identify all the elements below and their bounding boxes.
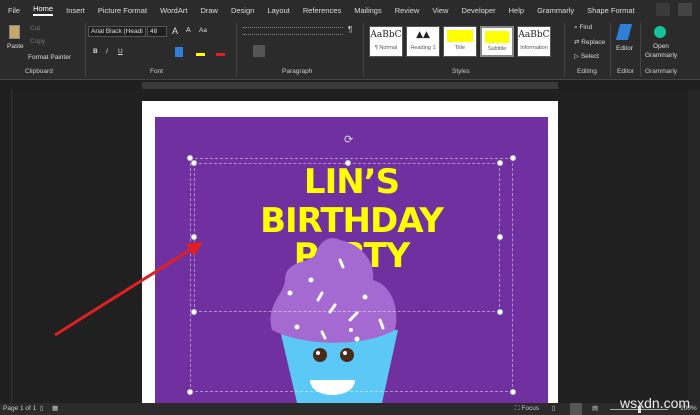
style-title[interactable]: Title <box>443 26 477 57</box>
watermark: wsxdn.com <box>620 395 691 411</box>
resize-handle[interactable] <box>497 309 503 315</box>
tab-insert[interactable]: Insert <box>66 6 85 15</box>
focus-button[interactable]: ⛶ Focus <box>515 405 539 413</box>
grammarly-icon[interactable] <box>654 26 666 38</box>
resize-handle[interactable] <box>510 389 516 395</box>
tab-layout[interactable]: Layout <box>267 6 290 15</box>
font-size-select[interactable]: 48 <box>147 26 167 37</box>
paragraph-group-label: Paragraph <box>282 68 313 75</box>
tab-references[interactable]: References <box>303 6 341 15</box>
editor-icon[interactable] <box>615 24 633 40</box>
accessibility-icon[interactable]: ▦ <box>52 404 58 412</box>
format-painter-button[interactable]: Format Painter <box>28 54 71 61</box>
clipboard-group-label: Clipboard <box>25 68 53 75</box>
style-normal[interactable]: AaBbC ¶ Normal <box>369 26 403 57</box>
resize-handle[interactable] <box>187 155 193 161</box>
tab-review[interactable]: Review <box>395 6 420 15</box>
shrink-font-button[interactable]: A <box>186 27 191 34</box>
open-grammarly-line2[interactable]: Grammarly <box>645 52 677 59</box>
editor-button[interactable]: Editor <box>616 45 633 52</box>
tab-design[interactable]: Design <box>231 6 254 15</box>
image-selection[interactable] <box>190 158 513 392</box>
replace-button[interactable]: ⇄ Replace <box>574 38 605 46</box>
text-effects-icon[interactable] <box>175 47 183 57</box>
font-group-label: Font <box>150 68 164 75</box>
italic-button[interactable]: I <box>106 48 108 55</box>
font-color-icon[interactable] <box>216 53 225 56</box>
style-heading-1[interactable]: ▲▲ Heading 1 <box>406 26 440 57</box>
vertical-ruler[interactable] <box>0 90 12 403</box>
paste-icon <box>9 25 20 39</box>
tab-help[interactable]: Help <box>509 6 524 15</box>
grow-font-button[interactable]: A <box>172 26 178 36</box>
tab-draw[interactable]: Draw <box>200 6 218 15</box>
resize-handle[interactable] <box>187 389 193 395</box>
change-case-button[interactable]: Aa <box>199 27 207 34</box>
highlight-color-icon[interactable] <box>196 53 205 56</box>
open-grammarly-line1[interactable]: Open <box>653 43 669 50</box>
status-bar: Page 1 of 1 ▯ ▦ ⛶ Focus ▯ ▤ 100% wsxdn.c… <box>0 395 700 415</box>
page-count[interactable]: Page 1 of 1 <box>3 405 36 412</box>
show-formatting-button[interactable]: ¶ <box>348 25 352 34</box>
select-button[interactable]: ▷ Select <box>574 52 599 60</box>
tab-home[interactable]: Home <box>33 4 54 16</box>
underline-button[interactable]: U <box>118 48 123 55</box>
style-information[interactable]: AaBbC Information <box>517 26 551 57</box>
rotate-handle-icon[interactable]: ⟳ <box>344 133 353 146</box>
grammarly-group-label: Grammarly <box>645 68 678 75</box>
resize-handle[interactable] <box>497 234 503 240</box>
tab-shape-format[interactable]: Shape Format <box>587 6 635 15</box>
ribbon: Paste Cut Copy Format Painter Clipboard … <box>0 20 700 80</box>
list-buttons[interactable] <box>243 27 343 35</box>
tab-view[interactable]: View <box>432 6 448 15</box>
ribbon-display-options-button[interactable] <box>678 3 692 16</box>
read-mode-icon[interactable]: ▯ <box>552 404 556 412</box>
styles-group-label: Styles <box>452 68 470 75</box>
resize-handle[interactable] <box>345 160 351 166</box>
print-layout-icon[interactable] <box>570 403 582 415</box>
tab-mailings[interactable]: Mailings <box>354 6 382 15</box>
align-center-button[interactable] <box>253 45 265 57</box>
web-layout-icon[interactable]: ▤ <box>592 404 598 412</box>
ribbon-tabs: File Home Insert Picture Format WordArt … <box>0 0 700 20</box>
font-name-select[interactable]: Arial Black (Headi <box>88 26 146 37</box>
tab-file[interactable]: File <box>8 6 20 15</box>
resize-handle[interactable] <box>191 160 197 166</box>
resize-handle[interactable] <box>191 309 197 315</box>
bold-button[interactable]: B <box>93 48 98 55</box>
tab-picture-format[interactable]: Picture Format <box>98 6 147 15</box>
paste-button[interactable]: Paste <box>7 43 24 50</box>
style-subtitle[interactable]: Subtitle <box>480 26 514 57</box>
resize-handle[interactable] <box>510 155 516 161</box>
tab-developer[interactable]: Developer <box>461 6 495 15</box>
editing-group-label: Editing <box>577 68 597 75</box>
editor-group-label: Editor <box>617 68 634 75</box>
horizontal-ruler[interactable] <box>12 81 700 90</box>
tab-wordart[interactable]: WordArt <box>160 6 187 15</box>
resize-handle[interactable] <box>497 160 503 166</box>
share-icon[interactable] <box>656 3 670 16</box>
tab-grammarly[interactable]: Grammarly <box>537 6 574 15</box>
vertical-scrollbar[interactable] <box>688 90 700 403</box>
cut-button[interactable]: Cut <box>30 25 40 32</box>
find-button[interactable]: ⌕ Find <box>574 24 592 32</box>
copy-button[interactable]: Copy <box>30 38 45 45</box>
read-aloud-icon[interactable]: ▯ <box>40 404 44 412</box>
resize-handle[interactable] <box>191 234 197 240</box>
